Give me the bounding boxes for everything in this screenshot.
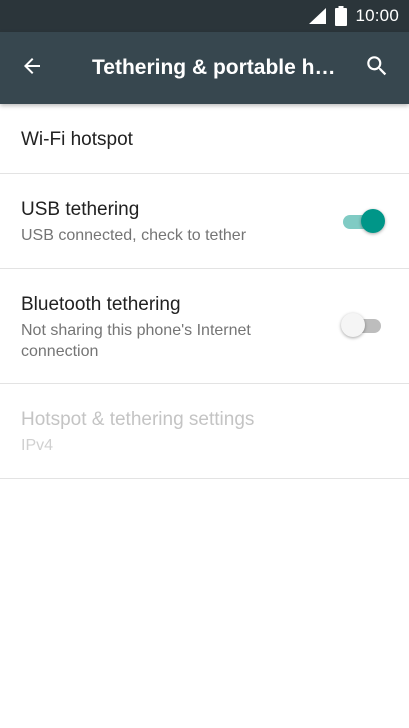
switch-thumb bbox=[341, 313, 365, 337]
wifi-hotspot-text: Wi-Fi hotspot bbox=[21, 128, 309, 152]
wifi-hotspot-title: Wi-Fi hotspot bbox=[21, 129, 133, 150]
usb-tethering-text: USB tethering USB connected, check to te… bbox=[21, 198, 309, 246]
switch-thumb bbox=[361, 209, 385, 233]
hotspot-settings-item[interactable]: Hotspot & tethering settings IPv4 bbox=[0, 384, 409, 479]
usb-tethering-switch[interactable] bbox=[341, 207, 385, 235]
status-bar: 10:00 bbox=[0, 0, 409, 32]
arrow-back-icon bbox=[20, 54, 44, 83]
hotspot-settings-summary: IPv4 bbox=[21, 437, 54, 454]
status-icons: 10:00 bbox=[307, 0, 399, 32]
signal-icon bbox=[307, 7, 327, 25]
bluetooth-tethering-summary: Not sharing this phone's Internet connec… bbox=[21, 322, 251, 360]
bluetooth-tethering-item[interactable]: Bluetooth tethering Not sharing this pho… bbox=[0, 269, 409, 384]
search-button[interactable] bbox=[361, 52, 393, 84]
status-time: 10:00 bbox=[355, 6, 399, 25]
app-toolbar: Tethering & portable hotspot bbox=[0, 32, 409, 104]
wifi-hotspot-item[interactable]: Wi-Fi hotspot bbox=[0, 104, 409, 174]
search-icon bbox=[364, 53, 390, 84]
usb-tethering-item[interactable]: USB tethering USB connected, check to te… bbox=[0, 174, 409, 269]
bluetooth-tethering-switch[interactable] bbox=[341, 311, 385, 339]
bluetooth-tethering-text: Bluetooth tethering Not sharing this pho… bbox=[21, 293, 309, 362]
usb-tethering-title: USB tethering bbox=[21, 199, 140, 220]
hotspot-settings-text: Hotspot & tethering settings IPv4 bbox=[21, 408, 309, 456]
page-title: Tethering & portable hotspot bbox=[92, 56, 342, 79]
bluetooth-tethering-title: Bluetooth tethering bbox=[21, 294, 181, 315]
battery-icon bbox=[335, 6, 348, 26]
hotspot-settings-title: Hotspot & tethering settings bbox=[21, 409, 255, 430]
screen: 10:00 Tethering & portable hotspot Wi-Fi… bbox=[0, 0, 409, 728]
settings-list: Wi-Fi hotspot USB tethering USB connecte… bbox=[0, 104, 409, 479]
back-button[interactable] bbox=[16, 52, 48, 84]
usb-tethering-summary: USB connected, check to tether bbox=[21, 227, 247, 244]
